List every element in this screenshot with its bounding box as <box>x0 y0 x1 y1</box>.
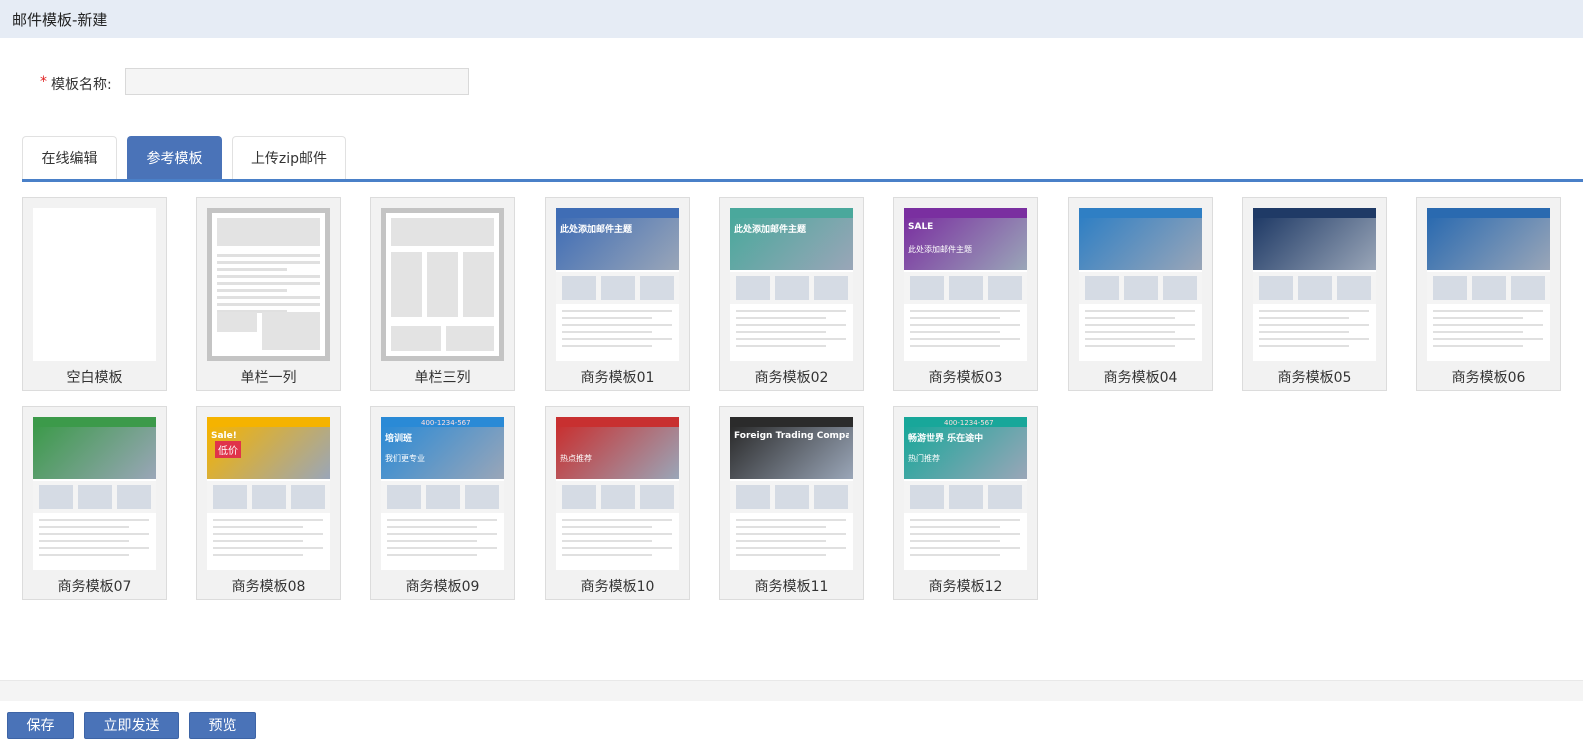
template-headline: 培训班 <box>385 434 413 444</box>
template-card[interactable]: 单栏三列 <box>370 197 515 391</box>
template-thumbnail: Foreign Trading Company <box>730 417 853 570</box>
tab-online-edit[interactable]: 在线编辑 <box>22 136 117 180</box>
template-badge: 低价 <box>215 441 241 458</box>
preview-button[interactable]: 预览 <box>189 712 256 739</box>
template-label: 商务模板02 <box>754 370 829 386</box>
template-subhead: 热门推荐 <box>908 454 940 463</box>
template-thumbnail: Sale! 低价 <box>207 417 330 570</box>
template-label: 商务模板03 <box>928 370 1003 386</box>
template-name-label: 模板名称: <box>51 77 112 93</box>
template-label: 商务模板08 <box>231 579 306 595</box>
template-thumbnail <box>381 208 504 361</box>
template-label: 商务模板10 <box>580 579 655 595</box>
template-thumbnail: 此处添加邮件主题 <box>556 208 679 361</box>
template-phone: 400-1234-567 <box>421 419 471 427</box>
template-thumbnail <box>33 417 156 570</box>
template-label: 单栏一列 <box>240 370 297 386</box>
send-now-button[interactable]: 立即发送 <box>84 712 179 739</box>
template-label: 商务模板01 <box>580 370 655 386</box>
template-card[interactable]: 商务模板04 <box>1068 197 1213 391</box>
template-thumbnail <box>33 208 156 361</box>
template-thumbnail <box>1253 208 1376 361</box>
template-subhead: 热点推荐 <box>560 454 592 463</box>
tab-reference-templates[interactable]: 参考模板 <box>127 136 222 180</box>
template-label: 商务模板07 <box>57 579 132 595</box>
template-headline: 此处添加邮件主题 <box>560 225 633 235</box>
template-card[interactable]: 空白模板 <box>22 197 167 391</box>
template-name-input[interactable] <box>125 68 469 95</box>
template-thumbnail: 此处添加邮件主题 <box>730 208 853 361</box>
template-label: 商务模板11 <box>754 579 829 595</box>
template-thumbnail: SALE 此处添加邮件主题 <box>904 208 1027 361</box>
template-card[interactable]: 此处添加邮件主题商务模板02 <box>719 197 864 391</box>
template-headline: SALE <box>908 222 934 232</box>
save-button[interactable]: 保存 <box>7 712 74 739</box>
template-headline: Foreign Trading Company <box>734 431 849 441</box>
template-thumbnail <box>207 208 330 361</box>
template-card[interactable]: Foreign Trading Company 商务模板11 <box>719 406 864 600</box>
template-thumbnail: 畅游世界 乐在途中 热门推荐 400-1234-567 <box>904 417 1027 570</box>
template-thumbnail <box>1079 208 1202 361</box>
template-label: 商务模板06 <box>1451 370 1526 386</box>
template-headline: Sale! <box>211 431 237 441</box>
template-card[interactable]: 商务模板06 <box>1416 197 1561 391</box>
footer-divider <box>0 680 1583 701</box>
template-card[interactable]: 热点推荐商务模板10 <box>545 406 690 600</box>
template-card[interactable]: 商务模板05 <box>1242 197 1387 391</box>
template-card[interactable]: Sale! 低价商务模板08 <box>196 406 341 600</box>
template-label: 商务模板05 <box>1277 370 1352 386</box>
template-label: 商务模板09 <box>405 579 480 595</box>
template-card[interactable]: 培训班我们更专业 400-1234-567 商务模板09 <box>370 406 515 600</box>
tab-underline <box>22 179 1583 182</box>
template-thumbnail: 培训班我们更专业 400-1234-567 <box>381 417 504 570</box>
tab-upload-zip[interactable]: 上传zip邮件 <box>232 136 346 180</box>
template-thumbnail: 热点推荐 <box>556 417 679 570</box>
template-headline: 畅游世界 乐在途中 <box>908 434 984 444</box>
required-mark: * <box>40 74 47 90</box>
template-label: 空白模板 <box>66 370 123 386</box>
template-subhead: 我们更专业 <box>385 454 425 463</box>
template-thumbnail <box>1427 208 1550 361</box>
template-card[interactable]: 单栏一列 <box>196 197 341 391</box>
template-headline: 此处添加邮件主题 <box>734 225 807 235</box>
template-phone: 400-1234-567 <box>944 419 994 427</box>
template-card[interactable]: 此处添加邮件主题商务模板01 <box>545 197 690 391</box>
page-title: 邮件模板-新建 <box>12 11 108 29</box>
template-label: 单栏三列 <box>414 370 471 386</box>
template-card[interactable]: 畅游世界 乐在途中 热门推荐 400-1234-567 商务模板12 <box>893 406 1038 600</box>
title-bar: 邮件模板-新建 <box>0 0 1583 38</box>
template-label: 商务模板12 <box>928 579 1003 595</box>
template-card[interactable]: 商务模板07 <box>22 406 167 600</box>
template-card[interactable]: SALE 此处添加邮件主题商务模板03 <box>893 197 1038 391</box>
template-label: 商务模板04 <box>1103 370 1178 386</box>
template-subhead: 此处添加邮件主题 <box>908 245 972 254</box>
